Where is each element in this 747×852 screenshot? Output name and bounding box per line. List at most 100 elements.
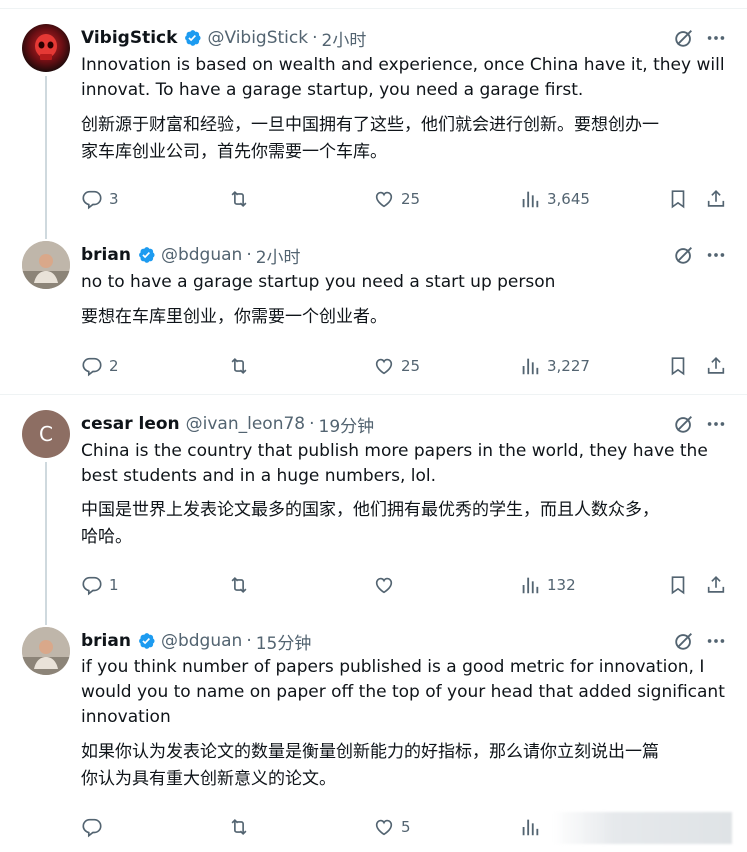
action-bar: 2 25 3,227 (81, 355, 731, 379)
tweet-vibigstick[interactable]: VibigStick @VibigStick · 2小时 Innovation … (0, 24, 747, 239)
grok-icon[interactable] (673, 244, 695, 266)
thread-line (45, 76, 47, 239)
text-line: 中国是世界上发表论文最多的国家，他们拥有最优秀的学生，而且人数众多， (81, 500, 659, 520)
text-line: would you to name on paper off the top o… (81, 682, 725, 702)
text-line: innovation (81, 707, 171, 727)
tweet-text-english: Innovation is based on wealth and experi… (81, 53, 731, 103)
like-button[interactable] (373, 574, 395, 596)
share-button[interactable] (705, 355, 727, 377)
share-button[interactable] (705, 188, 727, 210)
display-name[interactable]: VibigStick (81, 28, 177, 48)
reply-button[interactable]: 3 (81, 188, 119, 210)
views-button[interactable]: 132 (519, 574, 576, 596)
grok-icon[interactable] (673, 413, 695, 435)
avatar[interactable]: C (22, 410, 70, 458)
user-handle[interactable]: @ivan_leon78 (186, 414, 305, 434)
like-button[interactable]: 5 (373, 816, 411, 838)
bar-chart-icon (519, 188, 541, 210)
bookmark-button[interactable] (667, 188, 689, 210)
verified-badge-icon (136, 631, 156, 651)
timestamp[interactable]: 19分钟 (319, 412, 375, 437)
reply-button[interactable]: 2 (81, 355, 119, 377)
display-name[interactable]: cesar leon (81, 414, 180, 434)
share-icon (705, 188, 727, 210)
watermark-overlay (552, 812, 732, 844)
text-line: innovat. To have a garage startup, you n… (81, 80, 584, 100)
text-line: 家车库创业公司，首先你需要一个车库。 (81, 142, 387, 162)
more-options-icon[interactable] (705, 630, 727, 652)
bar-chart-icon (519, 816, 541, 838)
text-line: 创新源于财富和经验，一旦中国拥有了这些，他们就会进行创新。要想创办一 (81, 115, 659, 135)
user-handle[interactable]: @bdguan (161, 245, 242, 265)
retweet-button[interactable] (228, 574, 250, 596)
more-options-icon[interactable] (705, 27, 727, 49)
avatar[interactable] (22, 241, 70, 289)
top-divider (0, 8, 747, 9)
user-handle[interactable]: @bdguan (161, 631, 242, 651)
retweet-icon (228, 355, 250, 377)
grok-icon[interactable] (673, 27, 695, 49)
tweet-cesar-leon[interactable]: C cesar leon @ivan_leon78 · 19分钟 China i… (0, 410, 747, 625)
heart-icon (373, 574, 395, 596)
grok-icon[interactable] (673, 630, 695, 652)
tweet-text-english: no to have a garage startup you need a s… (81, 270, 731, 295)
share-icon (705, 574, 727, 596)
display-name[interactable]: brian (81, 245, 131, 265)
like-button[interactable]: 25 (373, 355, 420, 377)
action-bar: 3 25 3,645 (81, 188, 731, 212)
views-button[interactable]: 3,645 (519, 188, 590, 210)
retweet-button[interactable] (228, 816, 250, 838)
retweet-button[interactable] (228, 355, 250, 377)
thread-line (45, 462, 47, 625)
reply-button[interactable]: 1 (81, 574, 119, 596)
like-button[interactable]: 25 (373, 188, 420, 210)
reply-icon (81, 816, 103, 838)
more-options-icon[interactable] (705, 413, 727, 435)
views-button[interactable] (519, 816, 541, 838)
conversation-divider (0, 394, 747, 395)
more-options-icon[interactable] (705, 244, 727, 266)
text-line: 你认为具有重大创新意义的论文。 (81, 769, 336, 789)
views-button[interactable]: 3,227 (519, 355, 590, 377)
text-line: if you think number of papers published … (81, 657, 705, 677)
bookmark-button[interactable] (667, 574, 689, 596)
view-count: 3,645 (547, 190, 590, 208)
verified-badge-icon (136, 245, 156, 265)
red-skull-icon (35, 34, 57, 60)
bookmark-icon (667, 574, 689, 596)
like-count: 25 (401, 190, 421, 208)
reply-icon (81, 574, 103, 596)
retweet-button[interactable] (228, 188, 250, 210)
retweet-icon (228, 816, 250, 838)
avatar[interactable] (22, 24, 70, 72)
text-line: best students and in a huge numbers, lol… (81, 466, 436, 486)
separator-dot: · (246, 245, 252, 265)
timestamp[interactable]: 2小时 (256, 243, 301, 268)
heart-icon (373, 355, 395, 377)
photo-avatar-icon (22, 627, 70, 675)
avatar[interactable] (22, 627, 70, 675)
text-line: China is the country that publish more p… (81, 441, 708, 461)
reply-count: 3 (109, 190, 119, 208)
view-count: 132 (547, 576, 576, 594)
reply-icon (81, 188, 103, 210)
bar-chart-icon (519, 574, 541, 596)
timestamp[interactable]: 2小时 (322, 26, 367, 51)
share-button[interactable] (705, 574, 727, 596)
text-line: Innovation is based on wealth and experi… (81, 55, 725, 75)
tweet-brian-1[interactable]: brian @bdguan · 2小时 no to have a garage … (0, 241, 747, 391)
tweet-text-english: if you think number of papers published … (81, 655, 731, 730)
tweet-text-chinese: 中国是世界上发表论文最多的国家，他们拥有最优秀的学生，而且人数众多， 哈哈。 (81, 497, 731, 551)
retweet-icon (228, 188, 250, 210)
user-handle[interactable]: @VibigStick (207, 28, 308, 48)
text-line: 哈哈。 (81, 527, 132, 547)
tweet-text-chinese: 创新源于财富和经验，一旦中国拥有了这些，他们就会进行创新。要想创办一 家车库创业… (81, 112, 731, 166)
reply-icon (81, 355, 103, 377)
timestamp[interactable]: 15分钟 (256, 629, 312, 654)
like-count: 5 (401, 818, 411, 836)
text-line: 要想在车库里创业，你需要一个创业者。 (81, 307, 387, 327)
text-line: 如果你认为发表论文的数量是衡量创新能力的好指标，那么请你立刻说出一篇 (81, 742, 659, 762)
reply-button[interactable] (81, 816, 103, 838)
display-name[interactable]: brian (81, 631, 131, 651)
bookmark-button[interactable] (667, 355, 689, 377)
